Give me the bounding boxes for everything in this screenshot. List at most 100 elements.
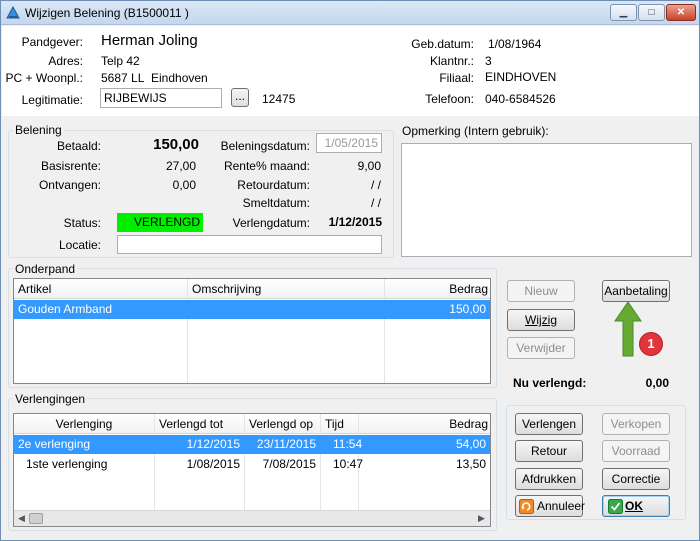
- verwijder-button[interactable]: Verwijder: [507, 337, 575, 359]
- column-header-verlengd-tot[interactable]: Verlengd tot: [155, 414, 245, 434]
- title-bar: Wijzigen Belening (B1500011 ) ▁ □ ✕: [1, 1, 699, 25]
- column-header-verlengd-op[interactable]: Verlengd op: [245, 414, 321, 434]
- minimize-button[interactable]: ▁: [610, 4, 637, 21]
- cell-bedrag: 13,50: [455, 457, 486, 471]
- scroll-left-icon[interactable]: ◀: [16, 513, 27, 524]
- smeltdatum-label: Smeltdatum:: [242, 196, 310, 210]
- verlengen-button[interactable]: Verlengen: [515, 413, 583, 435]
- klantnr-label: Klantnr.:: [429, 54, 474, 68]
- telefoon-value: 040-6584526: [485, 92, 556, 106]
- retour-button[interactable]: Retour: [515, 440, 583, 462]
- legitimatie-field[interactable]: RIJBEWIJS: [100, 88, 222, 108]
- adres-value: Telp 42: [101, 54, 140, 68]
- browse-legitimatie-button[interactable]: ...: [231, 88, 249, 107]
- app-icon: [6, 6, 20, 19]
- cancel-icon: [519, 499, 534, 514]
- onderpand-table-header: Artikel Omschrijving Bedrag: [14, 279, 490, 299]
- opmerking-textarea[interactable]: [401, 143, 692, 257]
- basisrente-value: 27,00: [165, 159, 196, 173]
- nu-verlengd-label: Nu verlengd:: [513, 376, 587, 390]
- belening-group-title: Belening: [13, 123, 64, 137]
- retourdatum-value: / /: [370, 178, 381, 192]
- window-title: Wijzigen Belening (B1500011 ): [25, 6, 189, 20]
- adres-label: Adres:: [48, 54, 83, 68]
- rente-value: 9,00: [357, 159, 381, 173]
- column-header-verlenging[interactable]: Verlenging: [14, 414, 155, 434]
- nieuw-button[interactable]: Nieuw: [507, 280, 575, 302]
- aanbetaling-button[interactable]: Aanbetaling: [602, 280, 670, 302]
- annuleer-label: Annuleer: [537, 499, 586, 513]
- close-button[interactable]: ✕: [666, 4, 696, 21]
- checkmark-icon: [608, 499, 623, 514]
- verlengdatum-value: 1/12/2015: [328, 215, 382, 229]
- onderpand-table[interactable]: Artikel Omschrijving Bedrag Gouden Armba…: [13, 278, 491, 384]
- afdrukken-button[interactable]: Afdrukken: [515, 468, 583, 490]
- annuleer-button[interactable]: Annuleer: [515, 495, 586, 517]
- ok-button[interactable]: OK: [602, 495, 670, 517]
- scrollbar-thumb[interactable]: [29, 513, 43, 524]
- column-header-artikel[interactable]: Artikel: [14, 279, 188, 299]
- cell-artikel: Gouden Armband: [18, 302, 113, 316]
- verlengingen-table-header: Verlenging Verlengd tot Verlengd op Tijd…: [14, 414, 490, 434]
- cell-verlengd-tot: 1/08/2015: [186, 457, 240, 471]
- annotation-number-badge: 1: [639, 332, 663, 356]
- horizontal-scrollbar[interactable]: ◀ ▶: [14, 510, 490, 526]
- verlengdatum-label: Verlengdatum:: [232, 216, 310, 230]
- cell-omschrijving: [188, 300, 384, 319]
- betaald-value: 150,00: [153, 136, 199, 153]
- verlengingen-table[interactable]: Verlenging Verlengd tot Verlengd op Tijd…: [13, 413, 491, 527]
- cell-verlengd-tot: 1/12/2015: [186, 437, 240, 451]
- maximize-button[interactable]: □: [638, 4, 665, 21]
- status-badge: VERLENGD: [117, 213, 203, 232]
- betaald-label: Betaald:: [56, 139, 101, 153]
- nu-verlengd-value: 0,00: [645, 376, 669, 390]
- correctie-button[interactable]: Correctie: [602, 468, 670, 490]
- column-header-bedrag[interactable]: Bedrag: [359, 414, 490, 434]
- ok-label: OK: [625, 499, 643, 513]
- basisrente-label: Basisrente:: [40, 159, 101, 173]
- filiaal-label: Filiaal:: [439, 71, 474, 85]
- cell-verlenging: 1ste verlenging: [26, 457, 108, 471]
- table-row[interactable]: 2e verlenging 1/12/2015 23/11/2015 11:54…: [14, 435, 490, 454]
- filiaal-value: EINDHOVEN: [485, 70, 557, 84]
- onderpand-group-title: Onderpand: [13, 262, 78, 276]
- scroll-right-icon[interactable]: ▶: [476, 513, 487, 524]
- cell-verlengd-op: 23/11/2015: [256, 437, 316, 451]
- voorraad-button[interactable]: Voorraad: [602, 440, 670, 462]
- status-label: Status:: [63, 216, 101, 230]
- postcode-value: 5687 LL: [101, 71, 145, 85]
- cell-bedrag: 54,00: [455, 437, 486, 451]
- pc-woonplaats-label: PC + Woonpl.:: [5, 71, 83, 85]
- arrow-up-icon: [614, 301, 642, 357]
- column-header-bedrag[interactable]: Bedrag: [385, 279, 490, 299]
- legitimatie-label: Legitimatie:: [21, 93, 83, 107]
- table-row[interactable]: Gouden Armband 150,00: [14, 300, 490, 319]
- wijzig-button[interactable]: Wijzig: [507, 309, 575, 331]
- klantnr-value: 3: [485, 54, 492, 68]
- locatie-field[interactable]: [117, 235, 382, 254]
- verlengingen-group-title: Verlengingen: [13, 392, 88, 406]
- rente-label: Rente% maand:: [223, 159, 310, 173]
- locatie-label: Locatie:: [58, 238, 101, 252]
- column-header-tijd[interactable]: Tijd: [321, 414, 359, 434]
- table-row[interactable]: 1ste verlenging 1/08/2015 7/08/2015 10:4…: [14, 455, 490, 474]
- cell-bedrag: 150,00: [449, 302, 486, 316]
- ontvangen-label: Ontvangen:: [38, 178, 101, 192]
- verkopen-button[interactable]: Verkopen: [602, 413, 670, 435]
- ontvangen-value: 0,00: [172, 178, 196, 192]
- opmerking-label: Opmerking (Intern gebruik):: [402, 124, 549, 138]
- gebdatum-label: Geb.datum:: [411, 37, 474, 51]
- beleningsdatum-label: Beleningsdatum:: [220, 139, 310, 153]
- cell-verlengd-op: 7/08/2015: [262, 457, 316, 471]
- pandgever-label: Pandgever:: [21, 35, 83, 49]
- beleningsdatum-field[interactable]: 1/05/2015: [316, 133, 382, 153]
- woonplaats-value: Eindhoven: [151, 71, 208, 85]
- pandgever-value: Herman Joling: [101, 32, 198, 49]
- edit-loan-window: Wijzigen Belening (B1500011 ) ▁ □ ✕ Pand…: [0, 0, 700, 541]
- gebdatum-value: 1/08/1964: [488, 37, 542, 51]
- telefoon-label: Telefoon:: [425, 92, 474, 106]
- wijzig-label: Wijzig: [525, 313, 557, 327]
- legitimatie-number: 12475: [262, 92, 296, 106]
- column-header-omschrijving[interactable]: Omschrijving: [188, 279, 385, 299]
- retourdatum-label: Retourdatum:: [237, 178, 310, 192]
